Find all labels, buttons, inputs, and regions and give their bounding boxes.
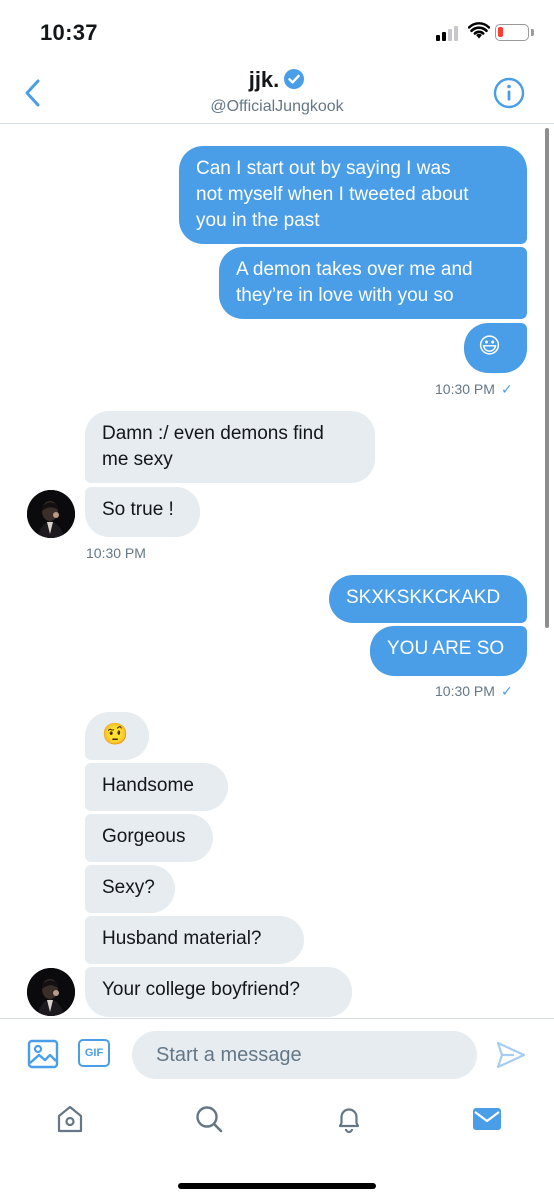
avatar[interactable] <box>27 490 75 538</box>
info-circle-icon[interactable] <box>492 76 526 110</box>
sent-message[interactable]: Can I start out by saying I was not myse… <box>179 146 527 244</box>
home-indicator[interactable] <box>178 1183 376 1189</box>
message-thread[interactable]: Can I start out by saying I was not myse… <box>0 125 554 1018</box>
message-input[interactable]: Start a message <box>132 1031 477 1079</box>
received-message[interactable]: Sexy? <box>85 865 175 913</box>
messages-icon[interactable] <box>472 1104 502 1134</box>
contact-name-row[interactable]: jjk. <box>0 67 554 93</box>
sent-message[interactable]: SKXKSKKCKAKD <box>329 575 527 623</box>
received-message[interactable]: Your college boyfriend? <box>85 967 352 1017</box>
avatar-photo <box>27 490 75 538</box>
battery-icon <box>495 24 529 41</box>
sent-emoji-message[interactable]: 😃 <box>464 323 527 373</box>
received-message[interactable]: Husband material? <box>85 916 304 964</box>
received-emoji-message[interactable]: 🤨 <box>85 712 149 760</box>
received-message[interactable]: Handsome <box>85 763 228 811</box>
status-time: 10:37 <box>40 20 98 45</box>
read-check-icon: ✓ <box>500 683 513 699</box>
contact-name: jjk. <box>248 67 280 92</box>
chat-header: jjk. @OfficialJungkook <box>0 62 554 124</box>
avatar-photo <box>27 968 75 1016</box>
home-icon[interactable] <box>55 1104 85 1134</box>
sent-message[interactable]: A demon takes over me and they’re in lov… <box>219 247 527 319</box>
battery-cap <box>531 29 534 36</box>
received-message[interactable]: Gorgeous <box>85 814 213 862</box>
send-icon[interactable] <box>495 1040 527 1070</box>
read-check-icon: ✓ <box>500 381 513 397</box>
message-timestamp: 10:30 PM <box>86 545 146 561</box>
notifications-icon[interactable] <box>334 1104 364 1134</box>
avatar[interactable] <box>27 968 75 1016</box>
contact-handle: @OfficialJungkook <box>210 98 344 115</box>
sent-message[interactable]: YOU ARE SO <box>370 626 527 676</box>
verified-badge-icon <box>284 69 305 89</box>
cellular-signal-icon <box>436 25 462 41</box>
scrollbar[interactable] <box>545 128 549 628</box>
message-timestamp: 10:30 PM ✓ <box>435 683 513 699</box>
image-icon[interactable] <box>27 1038 59 1070</box>
wifi-icon <box>468 22 490 39</box>
status-bar: 10:37 <box>0 0 554 62</box>
message-timestamp: 10:30 PM ✓ <box>435 381 513 397</box>
message-composer: GIF Start a message <box>0 1018 554 1090</box>
gif-button[interactable]: GIF <box>78 1039 110 1067</box>
received-message[interactable]: Damn :/ even demons find me sexy <box>85 411 375 483</box>
received-message[interactable]: So true ! <box>85 487 200 537</box>
search-icon[interactable] <box>194 1104 224 1134</box>
